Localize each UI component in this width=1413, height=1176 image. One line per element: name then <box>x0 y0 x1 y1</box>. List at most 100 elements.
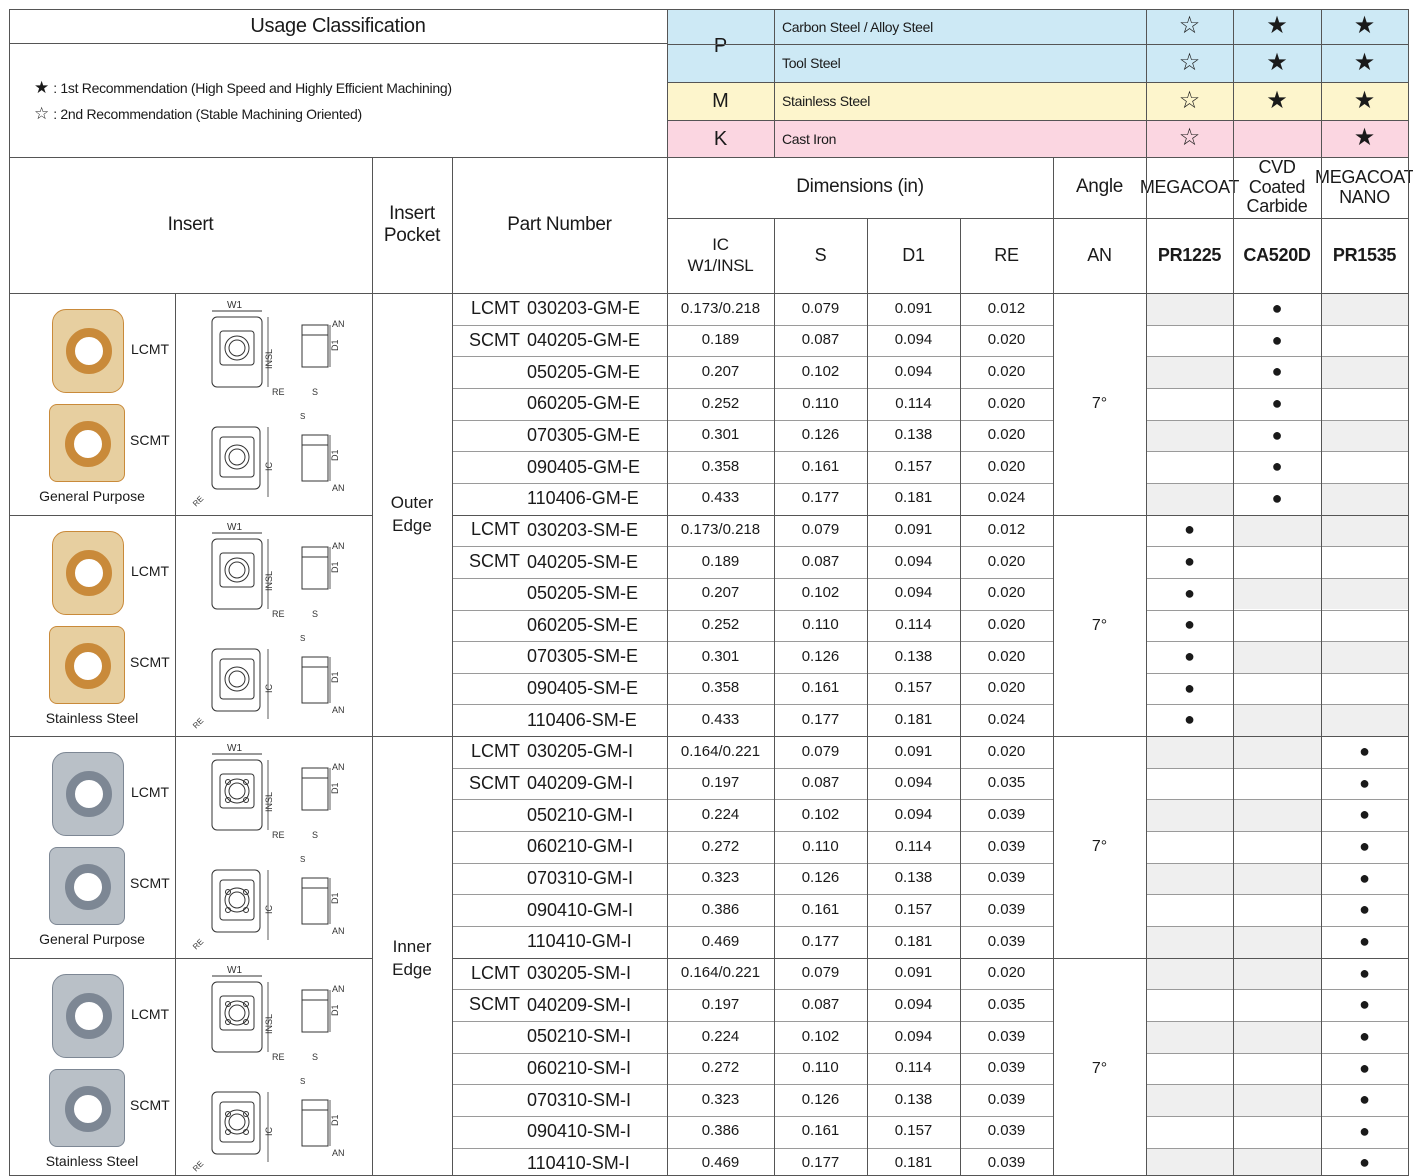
row-line <box>452 609 1053 611</box>
series-code: LCMT <box>471 297 520 318</box>
empty-grade-cell <box>1321 641 1408 673</box>
dim-d1: 0.157 <box>894 900 933 918</box>
star-filled-icon: ★ <box>1353 86 1376 114</box>
dim-d1: 0.138 <box>894 869 933 887</box>
col-w1insl-label: W1/INSL <box>687 255 754 275</box>
group-line <box>9 514 372 516</box>
dim-ic: 0.301 <box>701 426 740 444</box>
dim-ic: 0.323 <box>701 869 740 887</box>
row-line <box>1146 609 1408 611</box>
svg-text:AN: AN <box>332 319 345 329</box>
part-number: 030203-GM-E <box>527 298 641 319</box>
row-line <box>452 862 1053 864</box>
row-line <box>452 419 1053 421</box>
dim-s: 0.177 <box>801 711 840 728</box>
grid-line <box>9 157 1408 158</box>
iso-material: Carbon Steel / Alloy Steel <box>782 18 933 35</box>
dim-re: 0.020 <box>987 742 1026 760</box>
dim-d1: 0.157 <box>894 457 933 475</box>
dim-s: 0.177 <box>801 932 840 950</box>
insert-type-label: Stainless Steel <box>45 1152 139 1169</box>
row-line <box>1146 419 1408 421</box>
dim-s: 0.126 <box>801 1090 840 1108</box>
recommended-dot-icon: ● <box>1359 804 1370 825</box>
dim-re: 0.039 <box>987 1059 1026 1077</box>
insert-hole <box>65 642 111 689</box>
insert-photo <box>49 625 125 704</box>
row-line <box>452 926 1053 927</box>
empty-grade-cell <box>1146 926 1233 958</box>
insert-type-label: Stainless Steel <box>45 709 139 726</box>
col-grade-3-type: MEGACOAT NANO <box>1315 166 1413 207</box>
recommended-dot-icon: ● <box>1184 551 1195 572</box>
svg-text:W1: W1 <box>227 965 242 976</box>
dim-s: 0.087 <box>801 552 840 570</box>
iso-code: K <box>713 127 728 150</box>
empty-grade-cell <box>1146 799 1233 832</box>
part-number: 090405-GM-E <box>527 456 641 477</box>
row-line <box>1146 451 1408 453</box>
dim-ic: 0.164/0.221 <box>680 964 761 982</box>
grid-line <box>667 120 1408 121</box>
row-line <box>452 831 1053 833</box>
pocket-inner-edge: Inner Edge <box>392 937 432 979</box>
row-line <box>1146 641 1408 643</box>
part-number: 090410-GM-I <box>527 899 634 920</box>
svg-text:INSL: INSL <box>264 1014 274 1034</box>
series-code: SCMT <box>469 994 520 1015</box>
series-code: LCMT <box>471 962 520 983</box>
svg-text:S: S <box>300 634 305 643</box>
dim-s: 0.161 <box>801 679 840 697</box>
empty-grade-cell <box>1233 641 1321 673</box>
grid-line <box>372 157 373 1176</box>
insert-dimension-drawing: S IC D1 AN RE <box>180 852 360 960</box>
iso-code: P <box>713 34 728 57</box>
row-line <box>452 894 1053 896</box>
grid-line <box>1146 9 1147 1176</box>
col-grade-1-type: MEGACOAT <box>1139 176 1240 197</box>
pocket-outer-edge: Outer Edge <box>390 493 434 535</box>
row-line <box>1146 356 1408 358</box>
recommended-dot-icon: ● <box>1359 1025 1370 1046</box>
group-line <box>452 514 1408 516</box>
svg-text:S: S <box>312 387 318 397</box>
part-number: 110406-GM-E <box>527 488 639 509</box>
row-line <box>1146 1115 1408 1117</box>
part-number: 060205-SM-E <box>527 614 639 635</box>
insert-series-label: SCMT <box>130 875 170 892</box>
dim-ic: 0.189 <box>701 552 740 570</box>
part-number: 110410-GM-I <box>527 931 632 952</box>
dim-re: 0.039 <box>987 1027 1026 1045</box>
dim-d1: 0.094 <box>894 331 933 349</box>
empty-grade-cell <box>1233 736 1321 768</box>
dim-s: 0.161 <box>801 900 840 918</box>
dim-s: 0.102 <box>801 362 840 380</box>
insert-dimension-drawing: W1 INSL D1 AN RE S <box>180 964 360 1072</box>
angle-value: 7° <box>1091 1059 1108 1077</box>
series-code: LCMT <box>471 741 520 762</box>
col-dimensions: Dimensions (in) <box>796 176 924 198</box>
svg-text:W1: W1 <box>227 743 242 754</box>
row-line <box>1146 862 1408 864</box>
dim-ic: 0.272 <box>701 1059 740 1077</box>
svg-text:INSL: INSL <box>264 349 274 369</box>
dim-s: 0.102 <box>801 584 840 602</box>
dim-ic: 0.301 <box>701 647 740 665</box>
dim-re: 0.039 <box>987 805 1026 823</box>
dim-re: 0.020 <box>987 964 1026 982</box>
svg-text:D1: D1 <box>330 449 340 461</box>
dim-re: 0.012 <box>987 521 1026 539</box>
col-s: S <box>814 244 827 265</box>
grid-line <box>9 9 1408 10</box>
insert-photo <box>49 1068 125 1147</box>
grid-line <box>9 43 667 44</box>
part-number: 090410-SM-I <box>527 1121 632 1142</box>
dim-re: 0.024 <box>987 489 1026 507</box>
recommended-dot-icon: ● <box>1184 582 1195 603</box>
empty-grade-cell <box>1233 1020 1321 1053</box>
recommended-dot-icon: ● <box>1359 994 1370 1015</box>
dim-s: 0.177 <box>801 1154 840 1172</box>
insert-dimension-drawing: W1 INSL D1 AN RE S <box>180 742 360 850</box>
dim-s: 0.110 <box>802 616 839 634</box>
dim-d1: 0.091 <box>894 299 933 317</box>
